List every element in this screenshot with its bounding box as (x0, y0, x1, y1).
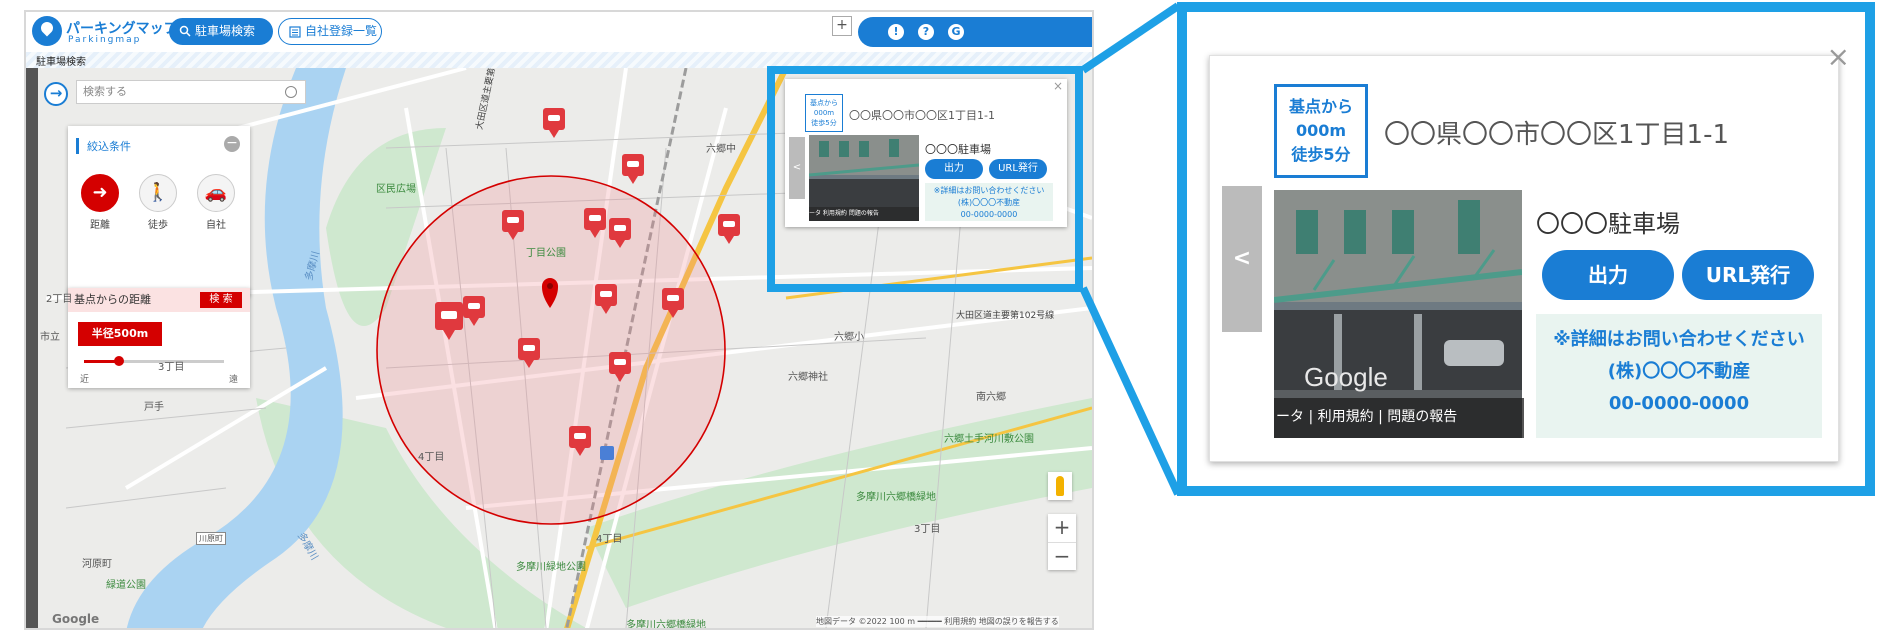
contact-box: ※詳細はお問い合わせください (株)〇〇〇不動産 00-0000-0000 (1536, 314, 1822, 438)
info-icon[interactable]: ! (888, 24, 904, 40)
map-label: 戸手 (144, 402, 164, 413)
logo-subtitle: Parkingmap (68, 35, 142, 45)
mode-distance[interactable]: ➜ 距離 (80, 174, 120, 231)
distance-header-label: 基点からの距離 (74, 293, 151, 306)
list-icon (289, 26, 301, 38)
map-label: 4丁目 (596, 534, 623, 545)
badge-line: 徒歩5分 (1291, 145, 1351, 164)
collapse-tab[interactable]: < (1222, 186, 1262, 332)
search-icon (285, 86, 297, 98)
distance-badge: 基点から 000m 徒歩5分 (1274, 84, 1368, 178)
map-label: 大田区道主要第102号線 (956, 311, 1055, 321)
highlight-frame (767, 66, 1083, 292)
distance-slider-knob[interactable] (114, 356, 124, 366)
photo-caption: ータ | 利用規約 | 問題の報告 (1274, 398, 1524, 438)
radius-value: 半径500m (78, 322, 162, 346)
map-label: 区民広場 (376, 184, 416, 195)
mode-walk-label: 徒歩 (148, 220, 168, 231)
slider-near-label: 近 (80, 375, 90, 385)
output-button[interactable]: 出力 (1542, 250, 1674, 300)
street-view-photo[interactable]: Google ータ | 利用規約 | 問題の報告 (1273, 190, 1524, 438)
company-list-label: 自社登録一覧 (305, 24, 378, 38)
parking-search-button[interactable]: 駐車場検索 (169, 18, 273, 45)
close-icon[interactable]: × (1827, 40, 1850, 73)
parking-name: 〇〇〇駐車場 (1536, 210, 1680, 238)
logout-icon[interactable]: G (948, 24, 964, 40)
zoom-callout: × 基点から 000m 徒歩5分 〇〇県〇〇市〇〇区1丁目1-1 < Googl… (1177, 2, 1875, 496)
parking-address: 〇〇県〇〇市〇〇区1丁目1-1 (1384, 120, 1730, 150)
distance-slider[interactable] (84, 356, 224, 366)
map-label: 六郷中 (706, 144, 736, 155)
map-label: 南六郷 (976, 392, 1006, 403)
google-logo: Google (52, 612, 100, 626)
map-label: 六郷小 (834, 332, 864, 343)
distance-panel: 基点からの距離 検 索 半径500m 近 遠 (68, 288, 250, 388)
mode-own-label: 自社 (206, 220, 226, 231)
badge-line: 000m (1295, 121, 1347, 140)
badge-line: 基点から (1288, 97, 1353, 116)
car-curve-icon: ➜ (81, 174, 119, 212)
photo-google-mark: Google (1304, 362, 1388, 392)
car-icon: 🚗 (197, 174, 235, 212)
map-label: 多摩川緑地公園 (516, 562, 586, 573)
map-label: 3丁目 (914, 524, 941, 535)
map-label: 六郷神社 (788, 372, 828, 383)
map-label: 4丁目 (418, 452, 445, 463)
filter-title: 絞込条件 (76, 138, 131, 154)
zoom-out-button[interactable]: − (1048, 542, 1076, 571)
distance-search-button[interactable]: 検 索 (200, 292, 242, 308)
header-tools: ! ? G (858, 17, 1092, 47)
mode-distance-label: 距離 (90, 220, 110, 231)
map-label: 川原町 (196, 532, 226, 545)
slider-far-label: 遠 (228, 375, 238, 385)
contact-company: (株)〇〇〇不動産 (1607, 361, 1751, 382)
filter-panel: 絞込条件 − ➜ 距離 🚶 徒歩 🚗 自社 (68, 126, 250, 296)
map-search-input[interactable]: 検索する (76, 80, 306, 104)
add-button[interactable]: + (832, 16, 852, 36)
zoom-in-button[interactable]: + (1048, 514, 1076, 542)
map-attribution[interactable]: 地図データ ©2022 100 m ━━━━━ 利用規約 地図の誤りを報告する (816, 616, 1059, 627)
map-label: 六郷土手河川敷公園 (944, 434, 1034, 445)
map-label: 多摩川六郷橋緑地 (626, 620, 706, 630)
walk-icon: 🚶 (139, 174, 177, 212)
map-label: 河原町 (82, 559, 112, 570)
top-navigation-bar: パーキングマップ Parkingmap 駐車場検索 自社登録一覧 + ! ? G (26, 12, 1092, 52)
map-label: 多摩川六郷橋緑地 (856, 492, 936, 503)
contact-phone: 00-0000-0000 (1608, 393, 1750, 414)
map-label: 緑道公園 (106, 580, 146, 591)
left-strip (26, 68, 38, 628)
map-label: 丁目公園 (526, 248, 566, 259)
contact-note: ※詳細はお問い合わせください (1553, 329, 1805, 350)
map-search-placeholder: 検索する (83, 85, 127, 98)
distance-header: 基点からの距離 検 索 (68, 288, 250, 312)
company-list-button[interactable]: 自社登録一覧 (278, 18, 382, 45)
map-label: 3丁目 (158, 362, 185, 373)
breadcrumb-current: 駐車場検索 (36, 57, 86, 68)
map-label: 市立 (40, 332, 60, 343)
parking-search-label: 駐車場検索 (195, 24, 256, 38)
logo-pin-icon (32, 16, 62, 46)
mode-own[interactable]: 🚗 自社 (196, 174, 236, 231)
issue-url-button[interactable]: URL発行 (1682, 250, 1814, 300)
street-view-pegman-icon[interactable] (1048, 472, 1072, 500)
search-icon (179, 25, 191, 37)
zoom-control: + − (1048, 514, 1076, 570)
logo[interactable]: パーキングマップ Parkingmap (32, 16, 178, 48)
help-icon[interactable]: ? (918, 24, 934, 40)
parking-info-window-zoomed: × 基点から 000m 徒歩5分 〇〇県〇〇市〇〇区1丁目1-1 < Googl… (1209, 40, 1850, 462)
expand-panel-button[interactable]: → (44, 82, 68, 106)
map-label: 2丁目 (46, 294, 73, 305)
collapse-icon[interactable]: − (224, 136, 240, 152)
mode-walk[interactable]: 🚶 徒歩 (138, 174, 178, 231)
